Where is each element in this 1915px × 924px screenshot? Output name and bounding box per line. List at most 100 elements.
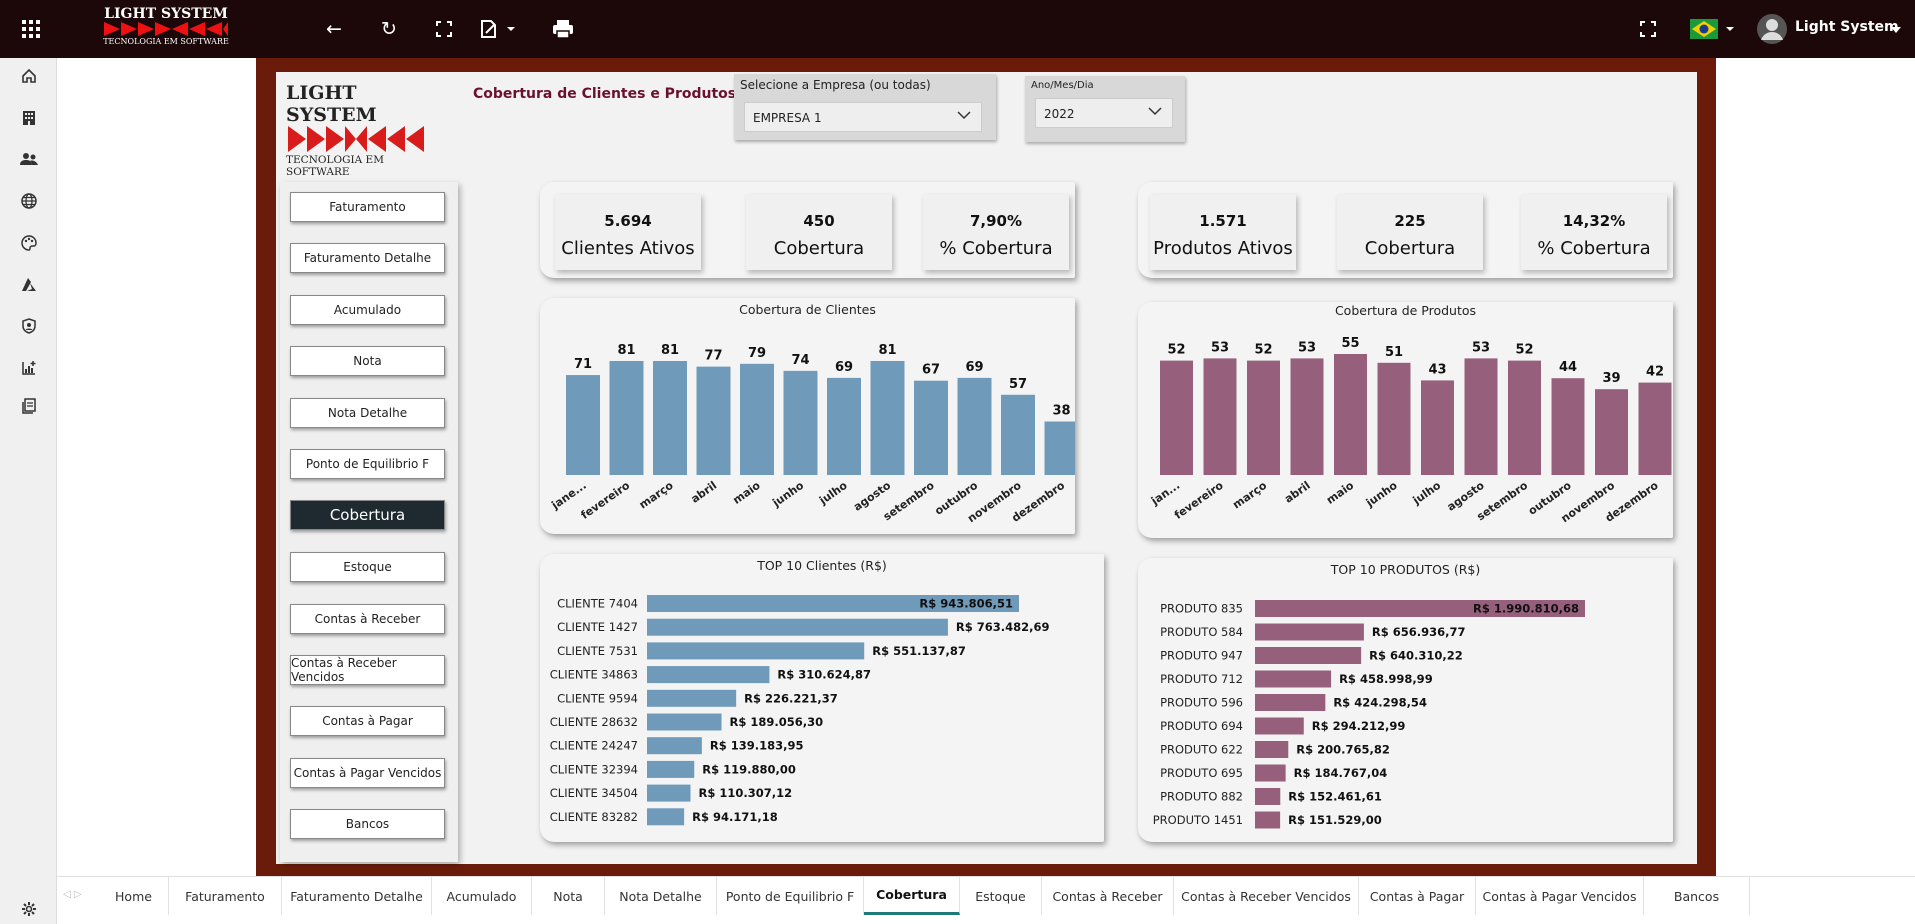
bar-2 bbox=[1255, 647, 1362, 664]
bar-value-label-6: R$ 200.765,82 bbox=[1296, 743, 1390, 757]
empresa-select[interactable]: EMPRESA 1 bbox=[744, 102, 982, 132]
bar-3 bbox=[1255, 670, 1332, 688]
kpi-clientes-pct: 7,90% % Cobertura bbox=[923, 194, 1069, 270]
nav-button-7[interactable]: Estoque bbox=[290, 552, 445, 582]
nav-button-4[interactable]: Nota Detalhe bbox=[290, 398, 445, 428]
report-logo-subtitle: TECNOLOGIA EM SOFTWARE bbox=[286, 154, 384, 178]
bar-10 bbox=[1595, 389, 1628, 475]
building-icon[interactable] bbox=[18, 110, 40, 132]
cobertura-produtos-card: Cobertura de Produtos 52 jan... 53 fevereir… bbox=[1138, 302, 1673, 538]
kpi-produtos-cobertura-value: 225 bbox=[1394, 212, 1426, 230]
nav-button-3[interactable]: Nota bbox=[290, 346, 445, 376]
bar-9 bbox=[957, 377, 992, 475]
tab-12[interactable]: Contas à Pagar Vencidos bbox=[1476, 877, 1644, 915]
bar-3 bbox=[1290, 358, 1324, 475]
home-icon[interactable] bbox=[18, 68, 40, 90]
nav-button-6[interactable]: Cobertura bbox=[290, 500, 445, 530]
shield-user-icon[interactable] bbox=[18, 318, 40, 340]
category-label-3: abril bbox=[689, 479, 720, 506]
tab-6[interactable]: Ponto de Equilibrio F bbox=[717, 877, 864, 915]
bar-value-label-6: R$ 139.183,95 bbox=[710, 739, 804, 753]
fit-screen-icon[interactable] bbox=[432, 17, 456, 41]
tab-13[interactable]: Bancos bbox=[1644, 877, 1750, 915]
tab-3[interactable]: Acumulado bbox=[432, 877, 532, 915]
nav-button-9[interactable]: Contas à Receber Vencidos bbox=[290, 655, 445, 685]
tab-1[interactable]: Faturamento bbox=[169, 877, 282, 915]
kpi-clientes-cobertura-value: 450 bbox=[803, 212, 835, 230]
tab-4[interactable]: Nota bbox=[532, 877, 605, 915]
bar-value-7: 81 bbox=[878, 343, 896, 358]
header-logo-subtitle: TECNOLOGIA EM SOFTWARE bbox=[103, 37, 229, 46]
nav-button-10[interactable]: Contas à Pagar bbox=[290, 706, 445, 736]
report-logo-arrows-icon bbox=[288, 126, 424, 152]
tab-7[interactable]: Cobertura bbox=[864, 877, 960, 915]
app-launcher-icon[interactable] bbox=[20, 18, 42, 40]
tab-11[interactable]: Contas à Pagar bbox=[1359, 877, 1476, 915]
nav-button-2[interactable]: Acumulado bbox=[290, 295, 445, 325]
user-menu-chevron-icon[interactable] bbox=[1890, 20, 1902, 39]
top10-clientes-card: TOP 10 Clientes (R$) CLIENTE 7404 R$ 943.… bbox=[540, 554, 1104, 842]
nav-button-8[interactable]: Contas à Receber bbox=[290, 604, 445, 634]
category-label-7: PRODUTO 695 bbox=[1160, 766, 1243, 780]
user-avatar[interactable] bbox=[1756, 13, 1788, 49]
ano-chevron-down-icon bbox=[1148, 105, 1162, 119]
report-add-icon[interactable] bbox=[18, 360, 40, 382]
category-label-3: PRODUTO 712 bbox=[1160, 672, 1243, 686]
header-logo-title: LIGHT SYSTEM bbox=[104, 6, 228, 22]
nav-button-11[interactable]: Contas à Pagar Vencidos bbox=[290, 758, 445, 788]
tab-10[interactable]: Contas à Receber Vencidos bbox=[1174, 877, 1359, 915]
palette-icon[interactable] bbox=[18, 235, 40, 257]
cobertura-clientes-chart: 71jane...81fevereiro81março77abril79maio… bbox=[548, 343, 1075, 525]
edit-dropdown-icon[interactable] bbox=[477, 17, 521, 41]
users-icon[interactable] bbox=[18, 151, 40, 173]
bar-11 bbox=[1638, 382, 1672, 475]
tab-8[interactable]: Estoque bbox=[960, 877, 1042, 915]
settings-gear-icon[interactable] bbox=[18, 901, 40, 923]
bar-9 bbox=[1551, 378, 1585, 475]
bar-6 bbox=[1255, 741, 1289, 758]
nav-button-5[interactable]: Ponto de Equilibrio F bbox=[290, 449, 445, 479]
azure-icon[interactable] bbox=[18, 277, 40, 299]
language-flag-icon[interactable] bbox=[1690, 18, 1736, 44]
fullscreen-icon[interactable] bbox=[1636, 17, 1660, 41]
bar-8 bbox=[914, 380, 948, 475]
tab-0[interactable]: Home bbox=[99, 877, 169, 915]
category-label-6: julho bbox=[816, 479, 850, 508]
tab-scroll-arrows-icon[interactable]: ◁ ▷ bbox=[63, 889, 82, 900]
category-label-4: CLIENTE 9594 bbox=[557, 691, 638, 705]
bar-value-5: 51 bbox=[1385, 345, 1403, 360]
globe-icon[interactable] bbox=[18, 193, 40, 215]
header-logo: LIGHT SYSTEM TECNOLOGIA EM SOFTWARE bbox=[102, 6, 230, 46]
bar-value-2: 52 bbox=[1254, 343, 1272, 358]
ano-select[interactable]: 2022 bbox=[1035, 98, 1173, 128]
bar-value-10: 57 bbox=[1009, 377, 1027, 392]
nav-button-12[interactable]: Bancos bbox=[290, 809, 445, 839]
bar-value-0: 52 bbox=[1167, 343, 1185, 358]
kpi-produtos-pct: 14,32% % Cobertura bbox=[1521, 194, 1667, 270]
print-icon[interactable] bbox=[551, 17, 575, 41]
bar-value-label-7: R$ 184.767,04 bbox=[1294, 766, 1388, 780]
pages-icon[interactable] bbox=[18, 398, 40, 420]
nav-button-0[interactable]: Faturamento bbox=[290, 192, 445, 222]
kpi-clientes-pct-label: % Cobertura bbox=[939, 238, 1053, 259]
bar-value-label-8: R$ 110.307,12 bbox=[698, 786, 792, 800]
category-label-9: CLIENTE 83282 bbox=[550, 810, 638, 824]
bar-7 bbox=[870, 361, 905, 475]
nav-button-1[interactable]: Faturamento Detalhe bbox=[290, 243, 445, 273]
top10-produtos-chart: PRODUTO 835 R$ 1.990.810,68 PRODUTO 584 R$ … bbox=[1153, 600, 1585, 829]
bar-value-6: 69 bbox=[835, 360, 853, 375]
tab-9[interactable]: Contas à Receber bbox=[1042, 877, 1174, 915]
tab-2[interactable]: Faturamento Detalhe bbox=[282, 877, 432, 915]
bar-value-label-5: R$ 294.212,99 bbox=[1312, 719, 1406, 733]
bar-value-label-4: R$ 226.221,37 bbox=[744, 691, 838, 705]
bar-2 bbox=[653, 361, 687, 475]
back-icon[interactable]: ← bbox=[322, 17, 346, 41]
bar-2 bbox=[1247, 360, 1280, 475]
tab-5[interactable]: Nota Detalhe bbox=[605, 877, 717, 915]
bar-value-7: 53 bbox=[1472, 340, 1490, 355]
category-label-5: junho bbox=[769, 479, 806, 510]
bar-value-11: 42 bbox=[1646, 365, 1664, 380]
user-name[interactable]: Light System bbox=[1795, 19, 1899, 35]
refresh-icon[interactable]: ↻ bbox=[377, 17, 401, 41]
kpi-clientes-cobertura: 450 Cobertura bbox=[746, 194, 892, 270]
